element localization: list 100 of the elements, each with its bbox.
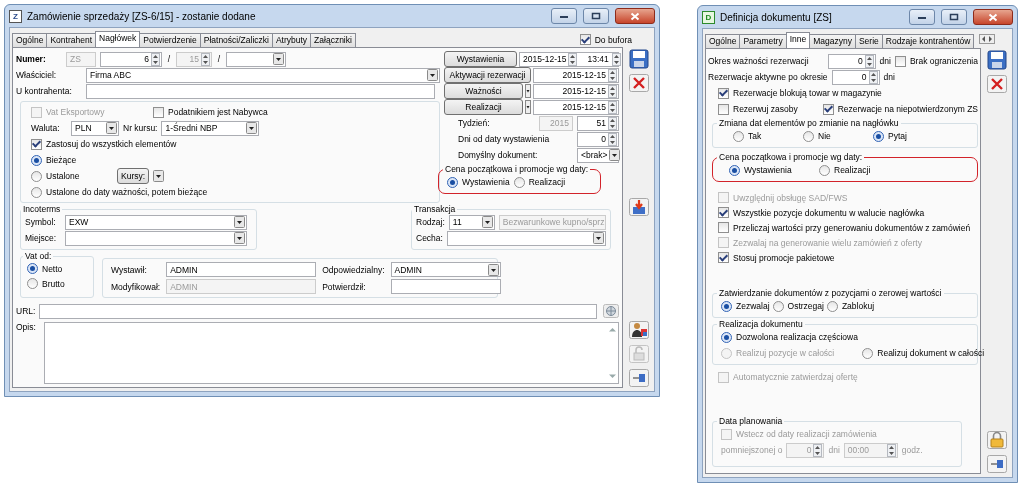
globe-icon[interactable] — [603, 304, 619, 318]
checkbox[interactable]: Wszystkie pozycje dokumentu w walucie nagłówka — [718, 205, 925, 220]
dropdown[interactable]: 1-Średni NBP — [161, 120, 260, 136]
dropdown[interactable]: 11 — [448, 214, 495, 230]
spinner-icon[interactable] — [611, 52, 621, 66]
lock-icon[interactable] — [986, 430, 1008, 450]
radio-button[interactable]: Pytaj — [873, 128, 943, 144]
tab[interactable]: Ogólne — [12, 33, 48, 47]
tab[interactable]: Atrybuty — [271, 33, 312, 47]
spin-field[interactable]: 0 — [577, 131, 619, 147]
spin-field[interactable]: 2015-12-15 — [533, 67, 619, 83]
spinner-icon[interactable] — [608, 100, 617, 114]
spin-field[interactable]: 2015-12-15 — [533, 83, 619, 99]
pin-icon[interactable] — [628, 368, 650, 388]
minimize-button[interactable] — [909, 9, 935, 25]
tab[interactable]: Płatności/Zaliczki — [199, 33, 273, 47]
checkbox[interactable]: Do bufora — [579, 32, 632, 47]
checkbox[interactable]: Podatnikiem jest Nabywca — [153, 104, 268, 120]
tab[interactable]: Magazyny — [809, 34, 856, 48]
tab[interactable]: Załączniki — [310, 33, 356, 47]
spinner-icon[interactable] — [813, 443, 823, 457]
date-button[interactable]: Realizacji — [444, 99, 523, 115]
dropdown-button[interactable] — [246, 122, 258, 134]
spinner-icon[interactable] — [886, 443, 896, 457]
checkbox[interactable]: Rezerwuj zasoby — [718, 101, 819, 117]
spin-field[interactable]: 0 — [827, 53, 876, 69]
spin-field[interactable]: 0 — [831, 69, 880, 85]
checkbox[interactable]: Rezerwacje blokują towar w magazynie — [718, 85, 882, 101]
text-field[interactable] — [86, 83, 435, 99]
tab[interactable]: Kontrahent — [46, 33, 96, 47]
spin-field[interactable]: 2015-12-15 13:41 — [519, 51, 619, 67]
date-button[interactable]: Ważności — [444, 83, 523, 99]
date-button[interactable]: Aktywacji rezerwacji — [444, 67, 531, 83]
save-icon[interactable] — [986, 50, 1008, 70]
text-field[interactable] — [390, 279, 501, 294]
checkbox[interactable]: Stosuj promocje pakietowe — [718, 250, 835, 265]
pin-icon[interactable] — [986, 454, 1008, 474]
menu-button[interactable] — [525, 84, 531, 98]
tab[interactable]: Parametry — [739, 34, 787, 48]
tab[interactable]: Serie — [854, 34, 883, 48]
radio-button[interactable]: Wystawienia — [729, 162, 819, 178]
dropdown[interactable]: ADMIN — [390, 262, 501, 277]
checkbox[interactable]: Brak ograniczenia — [894, 53, 978, 69]
maximize-button[interactable] — [583, 8, 609, 24]
tab[interactable]: Nagłówek — [95, 31, 141, 47]
spin-field[interactable]: 2015-12-15 — [533, 99, 619, 115]
save-icon[interactable] — [628, 49, 650, 69]
dropdown-button[interactable] — [273, 53, 284, 65]
tab[interactable]: Ogólne — [705, 34, 741, 48]
spinner-icon[interactable] — [864, 54, 874, 68]
dropdown[interactable]: EXW — [65, 214, 247, 230]
spinner-icon[interactable] — [201, 52, 210, 66]
spin-field[interactable]: 6 — [100, 51, 162, 67]
radio-button[interactable]: Wystawienia — [447, 174, 510, 190]
radio-button[interactable]: Bieżące — [31, 152, 77, 168]
dropdown-button[interactable] — [609, 149, 621, 161]
tab[interactable]: Inne — [785, 32, 811, 48]
radio-button[interactable]: Zezwalaj — [721, 298, 770, 314]
dropdown-button[interactable] — [593, 232, 604, 244]
radio-button[interactable]: Ustalone — [31, 168, 113, 184]
menu-button[interactable] — [525, 100, 531, 114]
spinner-icon[interactable] — [151, 52, 160, 66]
description-field[interactable] — [44, 322, 619, 384]
dropdown-button[interactable] — [487, 263, 499, 276]
spinner-icon[interactable] — [608, 116, 617, 130]
cancel-icon[interactable] — [628, 73, 650, 93]
radio-button[interactable]: Realizacji — [819, 162, 909, 178]
radio-button[interactable]: Ostrzegaj — [772, 298, 824, 314]
radio-button[interactable]: Tak — [733, 128, 803, 144]
dropdown-button[interactable] — [427, 69, 438, 81]
radio-button[interactable]: Ustalone do daty ważności, potem bieżące — [31, 184, 208, 200]
rates-button[interactable]: Kursy: — [117, 168, 150, 184]
spinner-icon[interactable] — [568, 52, 578, 66]
cancel-icon[interactable] — [986, 74, 1008, 94]
radio-button[interactable]: Dozwolona realizacja częściowa — [721, 329, 858, 345]
close-button[interactable] — [973, 9, 1013, 25]
spinner-icon[interactable] — [608, 132, 617, 146]
text-field[interactable] — [39, 303, 597, 319]
dropdown-button[interactable] — [234, 232, 245, 244]
tab[interactable]: Rodzaje kontrahentów — [881, 34, 975, 48]
spinner-icon[interactable] — [868, 70, 878, 84]
checkbox[interactable]: Zastosuj do wszystkich elementów — [31, 136, 177, 152]
spin-field[interactable]: 51 — [577, 115, 619, 131]
person-icon[interactable] — [628, 320, 650, 340]
spinner-icon[interactable] — [608, 68, 617, 82]
dropdown-button[interactable] — [106, 122, 117, 134]
maximize-button[interactable] — [941, 9, 967, 25]
date-button[interactable]: Wystawienia — [444, 51, 517, 67]
radio-button[interactable]: Realizacji — [513, 174, 565, 190]
dropdown-button[interactable] — [481, 216, 493, 228]
minimize-button[interactable] — [551, 8, 577, 24]
dropdown-button[interactable] — [153, 170, 165, 182]
radio-button[interactable]: Brutto — [27, 276, 87, 291]
dropdown[interactable]: Firma ABC — [86, 67, 440, 83]
checkbox[interactable]: Rezerwacje na niepotwierdzonym ZS — [822, 101, 978, 117]
checkbox[interactable]: Przeliczaj wartości przy generowaniu dokumentów z zamówień — [718, 220, 971, 235]
close-button[interactable] — [615, 8, 655, 24]
scroll-arrows-icon[interactable] — [979, 34, 996, 44]
radio-button[interactable]: Netto — [27, 261, 87, 276]
dropdown[interactable]: PLN — [71, 120, 119, 136]
